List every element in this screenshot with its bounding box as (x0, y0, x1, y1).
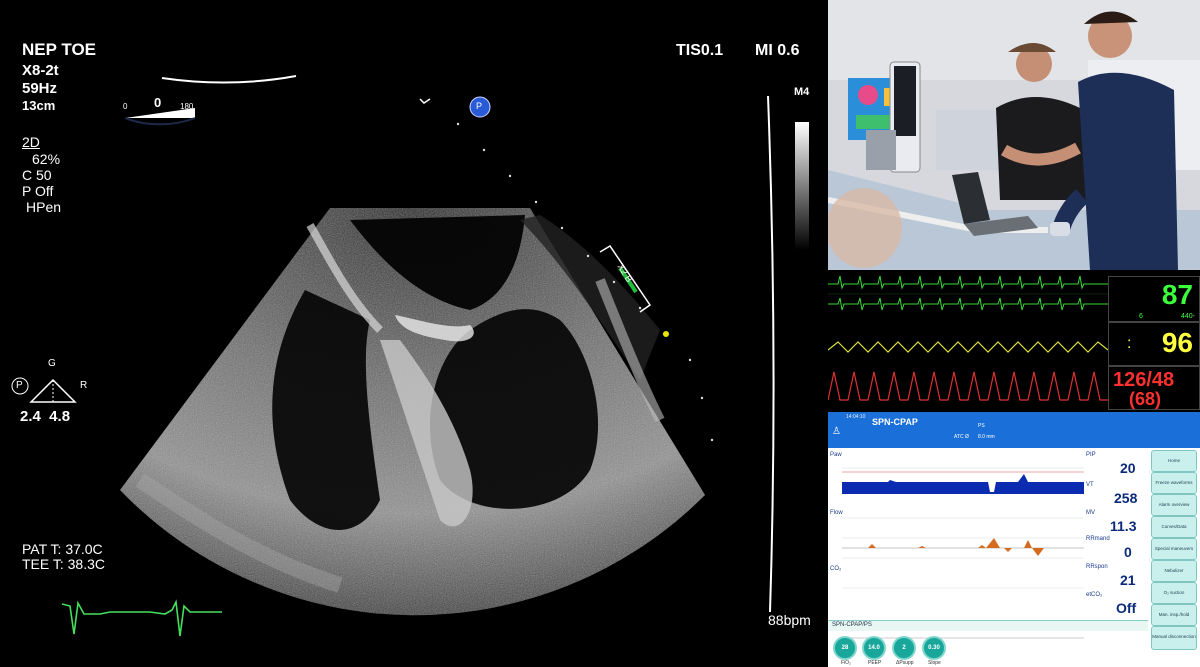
fio2-label: FiO₂ (841, 660, 851, 666)
patient-temp: PAT T: 37.0C (22, 541, 103, 557)
focus-r: R (80, 380, 88, 391)
ventilator-screen: ♙ 14:04:10 SPN-CPAP PS ATC Ø 8.0 mm Paw … (828, 412, 1200, 667)
probe-badge: P (476, 101, 483, 111)
heart-rate-readout: 88bpm (768, 612, 811, 628)
camera-image (828, 0, 1200, 270)
mode-2d: 2D (22, 134, 40, 150)
curves-data-button[interactable]: Curves/Data (1151, 516, 1197, 538)
focus-g: G (48, 358, 56, 369)
vt-label: VT (1086, 482, 1094, 488)
mv-label: MV (1086, 510, 1095, 516)
tee-temp: TEE T: 38.3C (22, 556, 106, 572)
rrspon-label: RRspon (1086, 564, 1108, 570)
vent-mode-bar: SPN-CPAP/PS (828, 620, 1148, 631)
bp-box: 126/48 (68) (1108, 366, 1200, 410)
manual-disconnection-button[interactable]: Manual disconnection (1151, 626, 1197, 650)
vent-header: ♙ 14:04:10 SPN-CPAP PS ATC Ø 8.0 mm (828, 412, 1200, 448)
tis-index: TIS0.1 (676, 42, 724, 59)
psupp-dial[interactable]: 2 (892, 636, 916, 660)
peep-label: PEEP (868, 660, 882, 666)
o2-suction-button[interactable]: O₂ suction (1151, 582, 1197, 604)
freeze-waveforms-button[interactable]: Freeze waveforms (1151, 472, 1197, 494)
spo2-marker: : (1127, 335, 1132, 352)
vt-value: 258 (1114, 490, 1138, 506)
depth-scale (767, 95, 775, 613)
echo-mode: NEP TOE (22, 40, 97, 59)
nebulizer-button[interactable]: Nebulizer (1151, 560, 1197, 582)
camera-feed (828, 0, 1200, 270)
atc-label: ATC Ø (954, 434, 969, 440)
mv-value: 11.3 (1110, 518, 1137, 534)
probe-name: X8-2t (22, 62, 59, 79)
special-maneuvers-button[interactable]: Special maneuvers (1151, 538, 1197, 560)
hr-sub2: 440- (1180, 313, 1195, 320)
patient-icon: ♙ (832, 426, 841, 437)
peep-dial[interactable]: 14.0 (862, 636, 886, 660)
depth-arc (161, 75, 297, 84)
pip-value: 20 (1120, 460, 1136, 476)
echo-image (11, 75, 809, 637)
vent-sub-label: PS (978, 423, 985, 429)
ecg-trace (61, 599, 222, 637)
pip-label: PIP (1086, 452, 1096, 458)
hr-box: 87 6 440- (1108, 276, 1200, 322)
vent-mode-title: SPN-CPAP (872, 417, 918, 427)
rrmand-label: RRmand (1086, 536, 1110, 542)
persist: P Off (22, 183, 54, 199)
frame-rate: 59Hz (22, 80, 58, 97)
vent-mode-bar-label: SPN-CPAP/PS (832, 622, 872, 628)
etco2-label: etCO₂ (1086, 592, 1103, 598)
vent-curves (828, 448, 1084, 648)
etco2-value: Off (1116, 600, 1137, 616)
fio2-dial[interactable]: 28 (833, 636, 857, 660)
alarm-overview-button[interactable]: Alarm overview (1151, 494, 1197, 516)
focus-p: P (16, 380, 23, 391)
manual-inspiration-button[interactable]: Man. insp./hold (1151, 604, 1197, 626)
hr-sub1: 6 (1139, 313, 1143, 320)
grayscale-bar (795, 122, 809, 250)
plot-label-paw: Paw (830, 452, 842, 458)
vitals-monitor: 87 6 440- : 96 126/48 (68) (828, 272, 1200, 410)
atc-value: 8.0 mm (978, 434, 995, 440)
home-button[interactable]: Home (1151, 450, 1197, 472)
angle-value: 0 (154, 95, 162, 110)
slope-dial[interactable]: 0.30 (922, 636, 946, 660)
plot-label-co2: CO₂ (830, 566, 842, 572)
mi-index: MI 0.6 (755, 42, 800, 59)
plot-label-flow: Flow (830, 510, 843, 516)
grayscale-map: M4 (794, 86, 810, 98)
depth: 13cm (22, 98, 56, 113)
slope-label: Slope (928, 660, 941, 666)
echo-panel: NEP TOE X8-2t 59Hz 13cm TIS0.1 MI 0.6 0 … (0, 0, 826, 667)
focus-values: 2.4 4.8 (20, 408, 71, 425)
vitals-waveforms (828, 272, 1108, 410)
angle-max: 180 (180, 102, 194, 111)
hr-value: 87 (1161, 279, 1193, 310)
rrspon-value: 21 (1120, 572, 1136, 588)
vent-time: 14:04:10 (846, 414, 866, 420)
compress: C 50 (22, 167, 52, 183)
angle-min: 0 (123, 102, 128, 111)
spo2-value: 96 (1161, 327, 1193, 358)
map-value: (68) (1129, 389, 1162, 409)
harmonic: HPen (26, 199, 62, 215)
rrmand-value: 0 (1124, 544, 1132, 560)
gain: 62% (32, 151, 61, 167)
spo2-box: : 96 (1108, 322, 1200, 366)
psupp-label: ΔPsupp (896, 660, 914, 666)
